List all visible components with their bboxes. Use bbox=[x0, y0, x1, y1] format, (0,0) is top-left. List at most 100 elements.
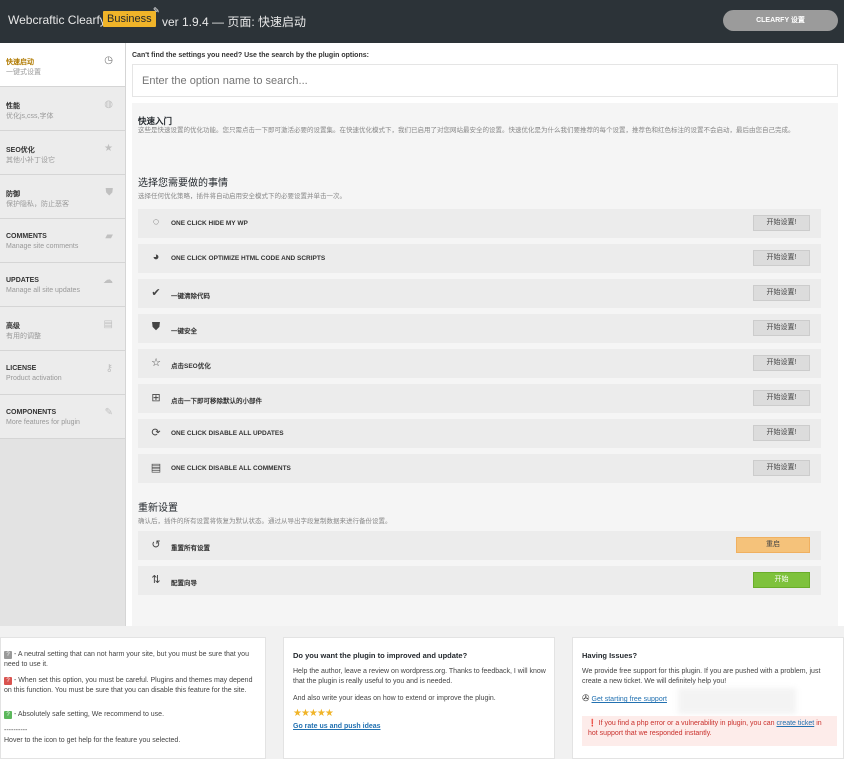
sidebar-item-subtitle: 一键式设置 bbox=[6, 69, 41, 76]
sidebar-item-title: 快速启动 bbox=[6, 59, 34, 66]
option-button[interactable]: 开始设置! bbox=[753, 460, 810, 476]
plug-icon: ✎ bbox=[104, 407, 113, 418]
alert-text-pre: If you find a php error or a vulnerabili… bbox=[598, 720, 777, 727]
reset-title: 重新设置 bbox=[138, 503, 178, 514]
review-title: Do you want the plugin to improved and u… bbox=[293, 651, 468, 660]
option-label: ONE CLICK OPTIMIZE HTML CODE AND SCRIPTS bbox=[171, 255, 326, 262]
option-row: ⛊ 一键安全 开始设置! bbox=[138, 314, 821, 343]
option-label: 点击SEO优化 bbox=[171, 363, 211, 370]
clock-icon: ◷ bbox=[104, 55, 113, 66]
sidebar-item-title: 高级 bbox=[6, 323, 20, 330]
sidebar-item-3[interactable]: 防御 保护隐私，防止恶客 ⛊ bbox=[0, 175, 125, 219]
option-button[interactable]: 开始设置! bbox=[753, 285, 810, 301]
neutral-badge: ? bbox=[4, 651, 12, 659]
sidebar-item-title: 性能 bbox=[6, 103, 20, 110]
option-button[interactable]: 开始设置! bbox=[753, 425, 810, 441]
blurred-overlay bbox=[678, 688, 796, 714]
sidebar-item-subtitle: Manage site comments bbox=[6, 243, 79, 250]
option-row: ◕ ONE CLICK OPTIMIZE HTML CODE AND SCRIPT… bbox=[138, 244, 821, 273]
warning-icon: ❗ bbox=[588, 720, 597, 727]
vulnerability-alert: ❗ If you find a php error or a vulnerabi… bbox=[582, 716, 837, 746]
sidebar-item-subtitle: Product activation bbox=[6, 375, 62, 382]
sidebar-item-8[interactable]: COMPONENTS More features for plugin ✎ bbox=[0, 395, 125, 439]
sidebar-item-subtitle: 有用的调整 bbox=[6, 333, 41, 340]
top-header: Webcraftic Clearfy Business ✎ ver 1.9.4 … bbox=[0, 0, 844, 43]
legend-dashes: ---------- bbox=[4, 727, 28, 734]
sidebar: 快速启动 一键式设置 ◷ 性能 优化js,css,字体 ◍ SEO优化 其他小补丁设它 ★ 防御保… bbox=[0, 43, 126, 626]
option-row: ◌ ONE CLICK HIDE MY WP 开始设置! bbox=[138, 209, 821, 238]
sidebar-item-2[interactable]: SEO优化其他小补丁设它 ★ bbox=[0, 131, 125, 175]
eye-slash-icon: ◌ bbox=[152, 216, 160, 228]
alert-text: ❗ If you find a php error or a vulnerabi… bbox=[588, 719, 833, 739]
check-icon: ✔ bbox=[151, 287, 161, 299]
reset-label: 重置所有设置 bbox=[171, 545, 210, 552]
legend-red: ? - When set this option, you must be ca… bbox=[4, 676, 262, 696]
sidebar-item-title: LICENSE bbox=[6, 365, 37, 372]
reset-row: ↺ 重置所有设置 重启 bbox=[138, 531, 821, 560]
brand-name: Webcraftic Clearfy bbox=[8, 13, 106, 27]
table-icon: ▤ bbox=[103, 319, 113, 330]
star-icon: ★ bbox=[104, 143, 113, 154]
sidebar-item-title: UPDATES bbox=[6, 277, 39, 284]
shield-icon: ⛊ bbox=[151, 321, 161, 333]
sidebar-item-0[interactable]: 快速启动一键式设置 ◷ bbox=[0, 43, 125, 87]
review-ideas-text: And also write your ideas on how to exte… bbox=[293, 695, 496, 702]
clearfy-settings-button[interactable]: CLEARFY 设置 bbox=[723, 10, 838, 31]
option-label: ONE CLICK DISABLE ALL UPDATES bbox=[171, 430, 284, 437]
options-content: 快速入门 这些是快速设置的优化功能。您只需点击一下即可激活必要的设置集。在快速优… bbox=[132, 103, 838, 626]
review-panel: Do you want the plugin to improved and u… bbox=[283, 637, 555, 759]
pin-icon: ✎ bbox=[153, 6, 160, 15]
sidebar-item-1[interactable]: 性能 优化js,css,字体 ◍ bbox=[0, 87, 125, 131]
create-ticket-link[interactable]: create ticket bbox=[777, 720, 815, 727]
sidebar-item-subtitle: 优化js,css,字体 bbox=[6, 113, 54, 120]
rate-link[interactable]: Go rate us and push ideas bbox=[293, 722, 381, 732]
legend-grey: ? - A neutral setting that can not harm … bbox=[4, 650, 262, 670]
search-input[interactable] bbox=[132, 64, 838, 97]
option-label: 点击一下即可移除默认的小部件 bbox=[171, 398, 262, 405]
option-button[interactable]: 开始设置! bbox=[753, 320, 810, 336]
option-button[interactable]: 开始设置! bbox=[753, 390, 810, 406]
refresh-icon: ⟳ bbox=[151, 427, 161, 439]
option-button[interactable]: 开始设置! bbox=[753, 215, 810, 231]
sidebar-item-5[interactable]: UPDATES Manage all site updates ☁ bbox=[0, 263, 125, 307]
version-title: ver 1.9.4 — 页面: 快速启动 bbox=[162, 15, 307, 29]
sidebar-item-6[interactable]: 高级有用的调整 ▤ bbox=[0, 307, 125, 351]
sidebar-item-title: COMMENTS bbox=[6, 233, 47, 240]
review-text: Help the author, leave a review on wordp… bbox=[293, 668, 546, 685]
comment-icon: ▰ bbox=[105, 231, 113, 242]
reset-button[interactable]: 开始 bbox=[753, 572, 810, 588]
legend-green-text: - Absolutely safe setting, We recommend … bbox=[13, 711, 165, 718]
option-label: 一键安全 bbox=[171, 328, 197, 335]
rating-stars[interactable]: ★★★★★ bbox=[293, 708, 334, 719]
choose-title: 选择您需要做的事情 bbox=[138, 178, 228, 189]
option-row: ✔ 一键清除代码 开始设置! bbox=[138, 279, 821, 308]
legend-red-text: - When set this option, you must be care… bbox=[4, 677, 253, 694]
cloud-icon: ☁ bbox=[103, 275, 113, 286]
sidebar-item-subtitle: 保护隐私，防止恶客 bbox=[6, 201, 69, 208]
issues-text: We provide free support for this plugin.… bbox=[582, 668, 821, 685]
sidebar-item-subtitle: 其他小补丁设它 bbox=[6, 157, 55, 164]
search-label: Can't find the settings you need? Use th… bbox=[132, 52, 369, 59]
legend-hover-hint: Hover to the icon to get help for the fe… bbox=[4, 737, 181, 744]
legend-grey-text: - A neutral setting that can not harm yo… bbox=[4, 651, 249, 668]
caution-badge: ? bbox=[4, 677, 12, 685]
sidebar-item-7[interactable]: LICENSE Product activation ⚷ bbox=[0, 351, 125, 395]
star-outline-icon: ☆ bbox=[151, 357, 161, 369]
option-button[interactable]: 开始设置! bbox=[753, 250, 810, 266]
sidebar-item-title: COMPONENTS bbox=[6, 409, 57, 416]
reset-button[interactable]: 重启 bbox=[736, 537, 810, 553]
sidebar-item-title: SEO优化 bbox=[6, 147, 35, 154]
option-button[interactable]: 开始设置! bbox=[753, 355, 810, 371]
option-row: ⊞ 点击一下即可移除默认的小部件 开始设置! bbox=[138, 384, 821, 413]
main-panel: Can't find the settings you need? Use th… bbox=[126, 43, 844, 626]
legend-panel: ? - A neutral setting that can not harm … bbox=[0, 637, 266, 759]
support-link[interactable]: Get starting free support bbox=[592, 696, 667, 703]
lifebuoy-icon: ✇ bbox=[582, 693, 590, 703]
choose-desc: 选择任何优化策略，插件将自动启用安全模式下的必要设置并单击一次。 bbox=[138, 193, 346, 200]
business-badge: Business bbox=[103, 11, 156, 27]
sidebar-item-4[interactable]: COMMENTS Manage site comments ▰ bbox=[0, 219, 125, 263]
intro-desc: 这些是快速设置的优化功能。您只需点击一下即可激活必要的设置集。在快速优化模式下，… bbox=[138, 127, 795, 134]
legend-green: ? - Absolutely safe setting, We recommen… bbox=[4, 710, 262, 720]
reset-label: 配置向导 bbox=[171, 580, 197, 587]
sort-icon: ⇅ bbox=[151, 574, 161, 586]
